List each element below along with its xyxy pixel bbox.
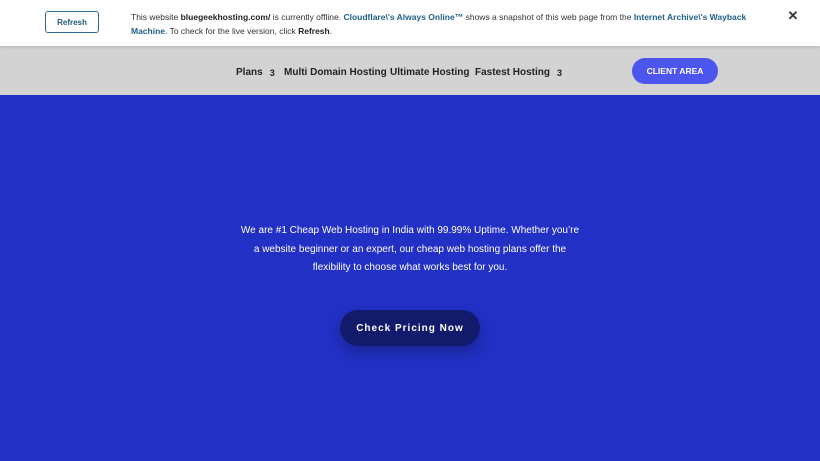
cloudflare-link[interactable]: Cloudflare\'s Always Online™ — [343, 12, 463, 22]
msg-mid1: is currently offline. — [270, 12, 344, 22]
check-pricing-button[interactable]: Check Pricing Now — [340, 310, 480, 346]
refresh-word: Refresh — [298, 26, 330, 36]
hero-description: We are #1 Cheap Web Hosting in India wit… — [240, 225, 580, 273]
offline-message: This website bluegeekhosting.com/ is cur… — [131, 10, 751, 38]
chevron-down-icon: 3 — [557, 67, 563, 78]
nav-item-label: Fastest Hosting — [475, 67, 551, 78]
client-area-button[interactable]: CLIENT AREA — [632, 58, 718, 84]
nav-item-label: Ultimate Hosting — [390, 67, 470, 78]
nav-item-multi-domain-hosting[interactable]: Multi Domain Hosting — [284, 67, 387, 78]
msg-mid2: shows a snapshot of this web page from t… — [463, 12, 634, 22]
msg-mid3: . To check for the live version, click — [165, 26, 299, 36]
msg-end: . — [329, 26, 333, 36]
nav-item-label: Multi Domain Hosting — [284, 67, 387, 78]
chevron-down-icon: 3 — [269, 67, 275, 78]
site-name: bluegeekhosting.com/ — [180, 12, 271, 22]
offline-banner: Refresh This website bluegeekhosting.com… — [0, 0, 820, 46]
nav-item-ultimate-hosting[interactable]: Ultimate Hosting — [390, 67, 469, 78]
nav-item-label: Plans — [236, 67, 263, 78]
close-icon[interactable]: ✕ — [786, 8, 800, 23]
nav-item-plans[interactable]: Plans 3 — [236, 67, 275, 78]
main-navbar: Plans 3 Multi Domain Hosting Ultimate Ho… — [0, 46, 820, 95]
nav-item-fastest-hosting[interactable]: Fastest Hosting 3 — [475, 67, 562, 78]
refresh-button[interactable]: Refresh — [45, 11, 99, 33]
msg-prefix: This website — [131, 12, 181, 22]
